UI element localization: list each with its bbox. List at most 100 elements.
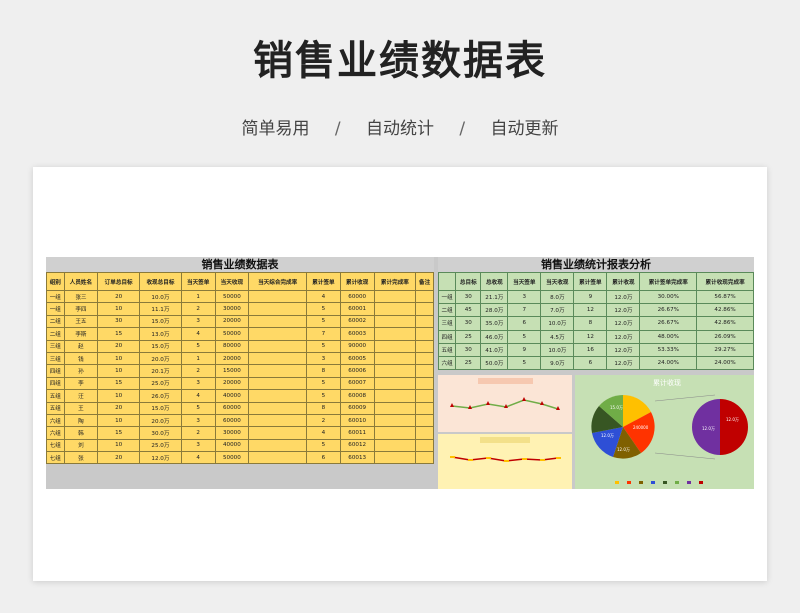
- pie1-label-1: 15.0万: [610, 405, 623, 410]
- table-cell: 二组: [46, 327, 65, 341]
- table-cell: 5: [180, 339, 216, 353]
- table-cell: 2: [306, 413, 341, 428]
- table-cell: 50000: [214, 289, 250, 304]
- table-row: 一组 张三 20 10.0万 1 50000 4 60000: [46, 289, 434, 304]
- table-cell: 45: [455, 303, 482, 318]
- table-cell: [415, 401, 434, 415]
- table-cell: [373, 351, 417, 366]
- subtitle-item-3: 自动更新: [490, 119, 559, 139]
- pie-chart-panel: 累计收现 15.0万 12.0万 12.0万 240000 12.0万 12.0…: [575, 375, 754, 489]
- table-cell: 5: [306, 438, 341, 453]
- table-cell: 4: [306, 289, 341, 304]
- table-cell: 三组: [46, 351, 65, 366]
- pie-2: 12.0万 12.0万: [692, 399, 748, 455]
- table-cell: 王: [63, 401, 99, 415]
- table-cell: [415, 389, 434, 403]
- summary-col-header: 累计签单: [573, 272, 608, 291]
- table-cell: 30000: [214, 302, 250, 316]
- table-cell: 六组: [46, 413, 65, 428]
- table-cell: 10: [97, 351, 141, 366]
- sales-col-header: 累计完成率: [373, 272, 417, 291]
- summary-col-header: 总收现: [480, 272, 509, 291]
- table-cell: [373, 413, 417, 428]
- table-cell: [373, 438, 417, 453]
- table-cell: 50000: [214, 327, 250, 341]
- subtitle: 简单易用 / 自动统计 / 自动更新: [0, 114, 800, 139]
- sales-col-header: 收现总目标: [139, 272, 182, 291]
- table-cell: 1: [180, 289, 216, 304]
- table-cell: 3: [507, 289, 542, 305]
- table-cell: 25: [455, 355, 482, 371]
- table-cell: 3: [306, 351, 341, 366]
- table-cell: 9: [507, 342, 542, 357]
- pie1-label-2: 12.0万: [601, 433, 614, 438]
- table-cell: 20: [97, 339, 141, 353]
- table-cell: 1: [180, 351, 216, 366]
- table-cell: 25: [455, 329, 482, 344]
- sales-col-header: 累计收现: [339, 272, 375, 291]
- table-cell: 5: [306, 376, 341, 391]
- table-cell: 2: [180, 364, 216, 378]
- table-cell: 5: [507, 329, 542, 344]
- table-cell: [248, 401, 308, 415]
- table-cell: [415, 438, 434, 453]
- table-cell: [373, 327, 417, 341]
- table-row: 五组王 20 15.0万 5 60000 8 60009: [46, 401, 434, 415]
- table-cell: [415, 364, 434, 378]
- table-row: 四组孙 10 20.1万 2 15000 8 60006: [46, 364, 434, 378]
- table-cell: 七组: [46, 438, 65, 453]
- line-chart-2-title-block: [480, 437, 530, 443]
- table-cell: 12: [573, 303, 608, 318]
- table-cell: 四组: [46, 364, 65, 378]
- table-cell: 15.0万: [139, 339, 182, 353]
- table-cell: 6: [573, 355, 608, 371]
- table-cell: 10: [97, 389, 141, 403]
- table-cell: 60007: [339, 376, 375, 391]
- table-cell: 3: [180, 376, 216, 391]
- right-table-title: 销售业绩统计报表分析: [438, 257, 754, 272]
- table-cell: 15: [97, 376, 141, 391]
- table-cell: 29.27%: [696, 342, 754, 357]
- spreadsheet-preview: 销售业绩数据表 组别 人员姓名 订单总目标 收现总目标 当天签单 当天收现 当天综合完成率累…: [46, 257, 754, 489]
- table-cell: [248, 376, 308, 391]
- table-cell: 60011: [339, 426, 375, 440]
- table-cell: 李四: [63, 302, 99, 316]
- table-cell: 陶: [63, 413, 99, 428]
- table-cell: 10: [97, 413, 141, 428]
- table-cell: 20: [97, 451, 141, 465]
- table-cell: [248, 314, 308, 329]
- table-cell: 赵: [63, 339, 99, 353]
- table-cell: [248, 389, 308, 403]
- pie1-label-3: 12.0万: [617, 447, 630, 452]
- table-row: 三组 30 35.0万 6 10.0万 8 12.0万 26.67% 42.86%: [437, 316, 754, 331]
- sales-col-header: 当天收现: [214, 272, 250, 291]
- table-cell: 60001: [339, 302, 375, 316]
- table-cell: 8: [306, 401, 341, 415]
- pie2-slice-red: [720, 399, 748, 455]
- table-cell: 20.0万: [139, 351, 182, 366]
- table-row: 五组汪 10 26.0万 4 40000 5 60008: [46, 389, 434, 403]
- table-cell: 8.0万: [540, 289, 575, 305]
- table-cell: [415, 426, 434, 440]
- table-cell: 15: [97, 327, 141, 341]
- table-cell: [373, 389, 417, 403]
- table-cell: [248, 289, 308, 304]
- table-cell: 六组: [437, 355, 457, 371]
- sales-table-header: 组别 人员姓名 订单总目标 收现总目标 当天签单 当天收现 当天综合完成率 累计签单 累计收现累…: [46, 272, 434, 291]
- sales-col-header: 人员姓名: [63, 272, 99, 291]
- table-cell: 24.00%: [696, 355, 754, 371]
- table-cell: 4.5万: [540, 329, 575, 344]
- table-cell: 12.0万: [606, 355, 641, 371]
- table-cell: 46.0万: [480, 329, 509, 344]
- line-chart-1-title-block: [478, 378, 533, 384]
- table-cell: 10: [97, 438, 141, 453]
- table-cell: 12: [573, 329, 608, 344]
- table-cell: 60013: [339, 451, 375, 465]
- table-cell: 16: [573, 342, 608, 357]
- table-cell: 10: [97, 302, 141, 316]
- table-cell: 24.00%: [639, 355, 698, 371]
- table-cell: 60010: [339, 413, 375, 428]
- table-cell: [373, 339, 417, 353]
- table-cell: [373, 426, 417, 440]
- table-cell: [415, 327, 434, 341]
